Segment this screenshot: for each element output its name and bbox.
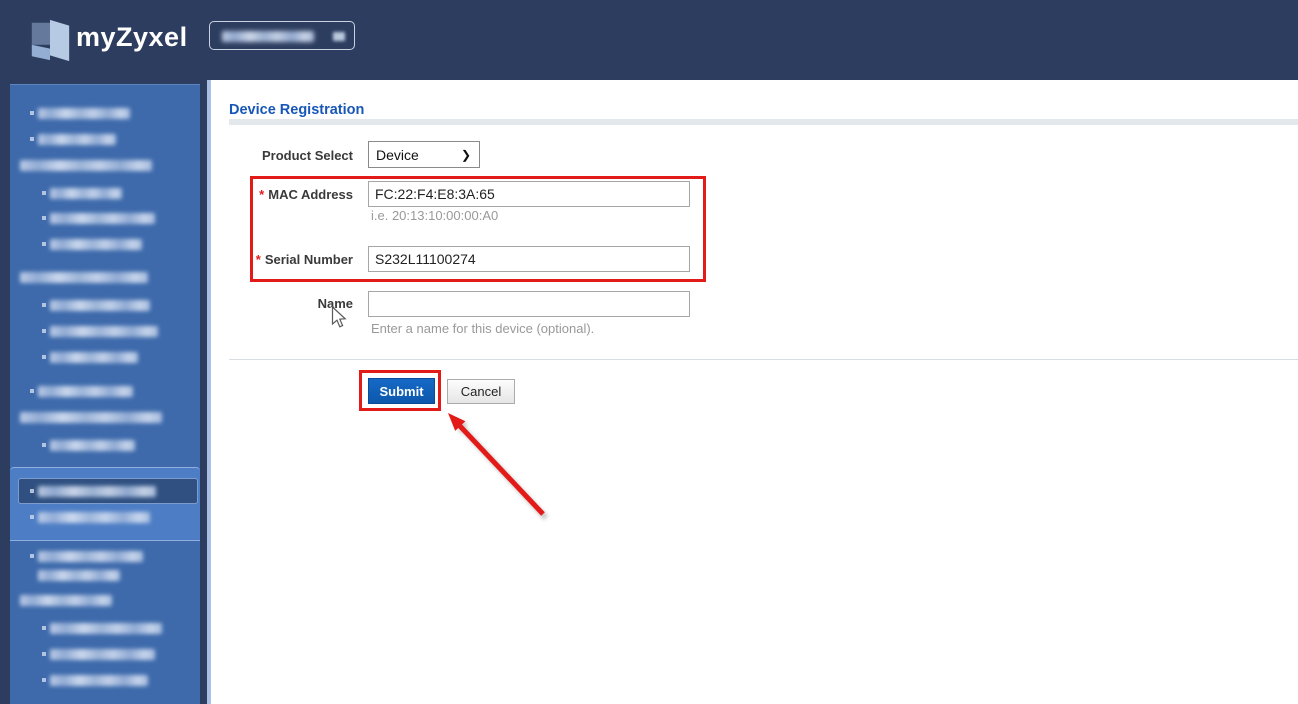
sidebar-items xyxy=(0,0,211,704)
bullet-icon xyxy=(42,678,46,682)
sidebar-section-header-redacted[interactable] xyxy=(20,272,148,283)
product-select-label: Product Select xyxy=(261,148,353,163)
bullet-icon xyxy=(42,242,46,246)
sidebar-item-redacted[interactable] xyxy=(38,512,150,523)
form-divider xyxy=(229,359,1298,360)
bullet-icon xyxy=(42,303,46,307)
required-asterisk: * xyxy=(255,252,261,267)
sidebar-section-header-redacted[interactable] xyxy=(20,160,152,171)
name-input[interactable] xyxy=(368,291,690,317)
submit-button[interactable]: Submit xyxy=(368,378,435,404)
bullet-icon xyxy=(42,652,46,656)
sidebar-item-redacted[interactable] xyxy=(38,551,143,562)
bullet-icon xyxy=(30,515,34,519)
sidebar-item-redacted[interactable] xyxy=(50,623,162,634)
bullet-icon xyxy=(30,137,34,141)
bullet-icon xyxy=(30,389,34,393)
chevron-down-icon: ❯ xyxy=(460,147,471,162)
bullet-icon xyxy=(30,489,34,493)
redacted-organization-name xyxy=(222,31,314,42)
sidebar-section-header-redacted[interactable] xyxy=(20,595,112,606)
mac-address-label: * MAC Address xyxy=(259,187,353,202)
sidebar-item-redacted[interactable] xyxy=(38,386,133,397)
bullet-icon xyxy=(30,111,34,115)
sidebar-item-redacted[interactable] xyxy=(50,440,135,451)
bullet-icon xyxy=(42,191,46,195)
myzyxel-portal: myZyxel Device Registration Product Sele… xyxy=(0,0,1298,704)
bullet-icon xyxy=(30,554,34,558)
organization-dropdown[interactable] xyxy=(209,21,355,50)
serial-number-input[interactable] xyxy=(368,246,690,272)
sidebar-item-redacted[interactable] xyxy=(38,134,116,145)
sidebar-item-redacted[interactable] xyxy=(50,352,138,363)
bullet-icon xyxy=(42,355,46,359)
sidebar-item-redacted[interactable] xyxy=(38,108,130,119)
page-title: Device Registration xyxy=(229,102,365,118)
mac-address-input[interactable] xyxy=(368,181,690,207)
product-select-dropdown[interactable]: Device ❯ xyxy=(368,141,480,168)
bullet-icon xyxy=(42,443,46,447)
sidebar-item-redacted[interactable] xyxy=(38,486,156,497)
sidebar-item-redacted[interactable] xyxy=(50,213,155,224)
sidebar-item-redacted[interactable] xyxy=(50,326,158,337)
bullet-icon xyxy=(42,626,46,630)
required-asterisk: * xyxy=(259,187,265,202)
bullet-icon xyxy=(42,329,46,333)
name-hint: Enter a name for this device (optional). xyxy=(371,321,595,336)
mac-address-hint: i.e. 20:13:10:00:00:A0 xyxy=(371,208,499,223)
chevron-down-icon xyxy=(333,32,345,41)
sidebar-item-redacted[interactable] xyxy=(50,300,150,311)
name-label: Name xyxy=(317,296,353,311)
cancel-button[interactable]: Cancel xyxy=(447,379,515,404)
sidebar-item-redacted-line2[interactable] xyxy=(38,570,120,581)
title-divider xyxy=(229,119,1298,125)
sidebar-item-redacted[interactable] xyxy=(50,649,155,660)
sidebar-item-redacted[interactable] xyxy=(50,675,148,686)
product-select-value: Device xyxy=(376,146,419,163)
serial-number-label: * Serial Number xyxy=(255,252,353,267)
sidebar-item-redacted[interactable] xyxy=(50,239,142,250)
sidebar-item-redacted[interactable] xyxy=(50,188,122,199)
sidebar-section-header-redacted[interactable] xyxy=(20,412,162,423)
bullet-icon xyxy=(42,216,46,220)
